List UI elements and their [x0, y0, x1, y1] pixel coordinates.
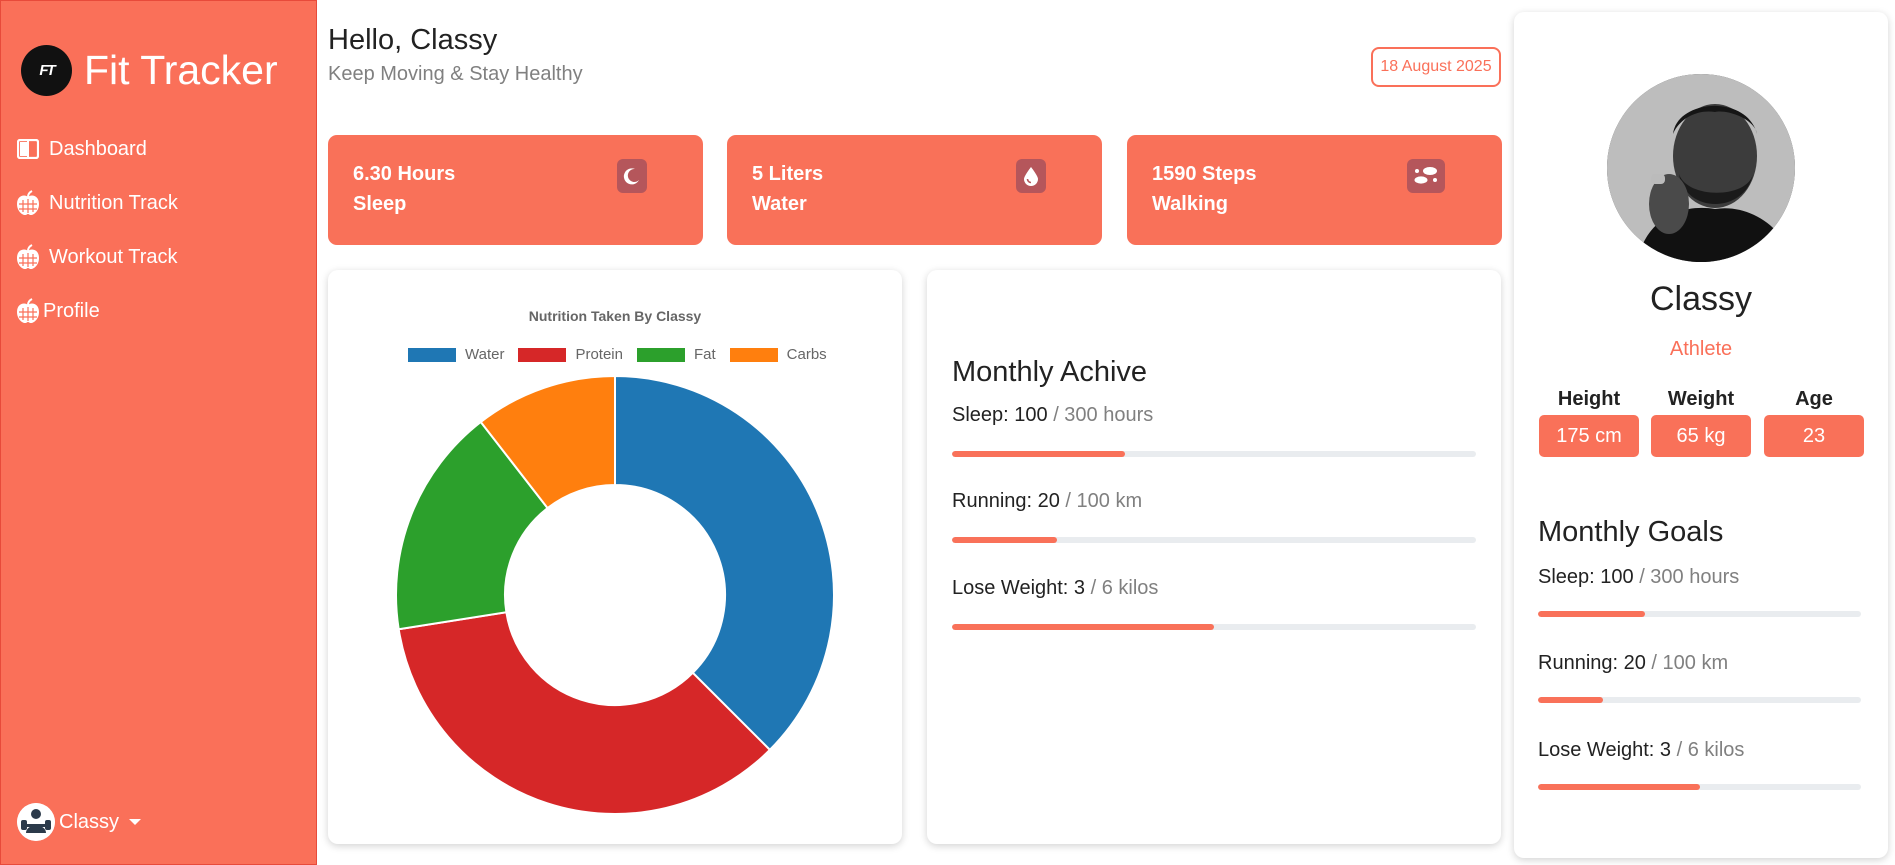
goal-unit: / 300 hours — [1633, 566, 1740, 588]
goal-text: Running: 20 / 100 km — [1538, 652, 1728, 675]
goal-item-sleep: Sleep: 100 / 300 hours — [1538, 566, 1861, 617]
donut-slice-water[interactable] — [614, 374, 835, 752]
stat-card-water: 5 Liters Water — [727, 135, 1102, 245]
brand-title: Fit Tracker — [84, 47, 278, 93]
brand-logo: FT — [21, 45, 72, 96]
metric-value: 23 — [1764, 415, 1864, 457]
caret-down-icon — [129, 819, 142, 825]
water-drop-icon — [1016, 159, 1046, 193]
sidebar-item-label: Dashboard — [49, 137, 147, 160]
goal-unit: / 100 km — [1645, 652, 1729, 674]
goal-item-lose-weight: Lose Weight: 3 / 6 kilos — [1538, 739, 1861, 790]
apple-icon — [15, 244, 41, 270]
nutrition-chart-card: Nutrition Taken By Classy Water Protein … — [328, 270, 902, 844]
metric-weight: Weight 65 kg — [1651, 388, 1751, 457]
goal-unit: / 100 km — [1059, 490, 1143, 512]
sidebar-item-label: Nutrition Track — [49, 191, 178, 214]
sidebar-item-dashboard[interactable]: Dashboard — [15, 122, 178, 176]
progress-bar — [1538, 784, 1861, 790]
user-menu[interactable]: Classy — [17, 803, 142, 841]
goal-text: Lose Weight: 3 / 6 kilos — [952, 577, 1158, 600]
stat-value: 5 Liters — [752, 163, 824, 185]
goal-unit: / 6 kilos — [1671, 739, 1745, 761]
stat-card-walking: 1590 Steps Walking — [1127, 135, 1502, 245]
stat-card-sleep: 6.30 Hours Sleep — [328, 135, 703, 245]
goal-text: Sleep: 100 / 300 hours — [1538, 566, 1739, 589]
metric-label: Age — [1795, 388, 1833, 410]
goal-unit: / 300 hours — [1047, 404, 1154, 426]
goal-label: Lose Weight: 3 — [1538, 739, 1672, 761]
footprints-icon — [1407, 159, 1445, 193]
layout-icon — [15, 136, 41, 162]
metric-age: Age 23 — [1764, 388, 1864, 457]
goal-label: Sleep: 100 — [1538, 566, 1634, 588]
progress-bar — [952, 624, 1476, 630]
apple-icon — [15, 190, 41, 216]
progress-bar — [1538, 697, 1861, 703]
sidebar-item-label: Profile — [43, 299, 100, 322]
stat-value: 1590 Steps — [1152, 163, 1257, 185]
goal-label: Running: 20 — [1538, 652, 1646, 674]
stat-label: Walking — [1152, 193, 1228, 215]
profile-card: Classy Athlete Height 175 cm Weight 65 k… — [1514, 12, 1888, 858]
achive-item-running: Running: 20 / 100 km — [952, 490, 1476, 543]
section-title: Monthly Goals — [1538, 516, 1724, 548]
stat-label: Sleep — [353, 193, 407, 215]
page-title: Hello, Classy — [328, 24, 498, 56]
moon-icon — [617, 159, 647, 193]
section-title: Monthly Achive — [952, 356, 1148, 388]
progress-bar — [1538, 611, 1861, 617]
progress-bar — [952, 451, 1476, 457]
goal-text: Sleep: 100 / 300 hours — [952, 404, 1153, 427]
sidebar-nav: Dashboard Nutrition Track Workout Track … — [15, 122, 178, 338]
goal-text: Running: 20 / 100 km — [952, 490, 1142, 513]
goal-label: Sleep: 100 — [952, 404, 1048, 426]
sidebar-item-label: Workout Track — [49, 245, 178, 268]
metric-label: Weight — [1667, 388, 1735, 410]
goal-text: Lose Weight: 3 / 6 kilos — [1538, 739, 1744, 762]
metric-value: 65 kg — [1651, 415, 1751, 457]
stat-value: 6.30 Hours — [353, 163, 456, 185]
apple-icon — [15, 298, 41, 324]
achive-item-sleep: Sleep: 100 / 300 hours — [952, 404, 1476, 457]
progress-fill — [1538, 611, 1645, 617]
sidebar: FT Fit Tracker Dashboard Nutrition Track… — [0, 0, 317, 865]
progress-fill — [952, 624, 1214, 630]
profile-role: Athlete — [1669, 338, 1733, 360]
metric-height: Height 175 cm — [1539, 388, 1639, 457]
progress-fill — [952, 451, 1125, 457]
goal-unit: / 6 kilos — [1085, 577, 1159, 599]
goal-label: Running: 20 — [952, 490, 1060, 512]
date-badge: 18 August 2025 — [1371, 47, 1501, 87]
progress-fill — [1538, 697, 1603, 703]
sidebar-item-nutrition-track[interactable]: Nutrition Track — [15, 176, 178, 230]
achive-item-lose-weight: Lose Weight: 3 / 6 kilos — [952, 577, 1476, 630]
metric-label: Height — [1557, 388, 1621, 410]
profile-name: Classy — [1649, 280, 1753, 318]
sidebar-item-profile[interactable]: Profile — [15, 284, 178, 338]
user-name: Classy — [59, 810, 120, 833]
progress-fill — [1538, 784, 1700, 790]
progress-bar — [952, 537, 1476, 543]
goal-label: Lose Weight: 3 — [952, 577, 1086, 599]
brand[interactable]: FT Fit Tracker — [21, 45, 278, 96]
avatar — [17, 803, 55, 841]
donut-chart — [395, 374, 835, 815]
profile-photo — [1607, 74, 1795, 262]
monthly-achive-card: Monthly Achive Sleep: 100 / 300 hours Ru… — [927, 270, 1501, 844]
goal-item-running: Running: 20 / 100 km — [1538, 652, 1861, 703]
page-subtitle: Keep Moving & Stay Healthy — [328, 63, 583, 85]
stat-label: Water — [752, 193, 807, 215]
sidebar-item-workout-track[interactable]: Workout Track — [15, 230, 178, 284]
progress-fill — [952, 537, 1057, 543]
metric-value: 175 cm — [1539, 415, 1639, 457]
